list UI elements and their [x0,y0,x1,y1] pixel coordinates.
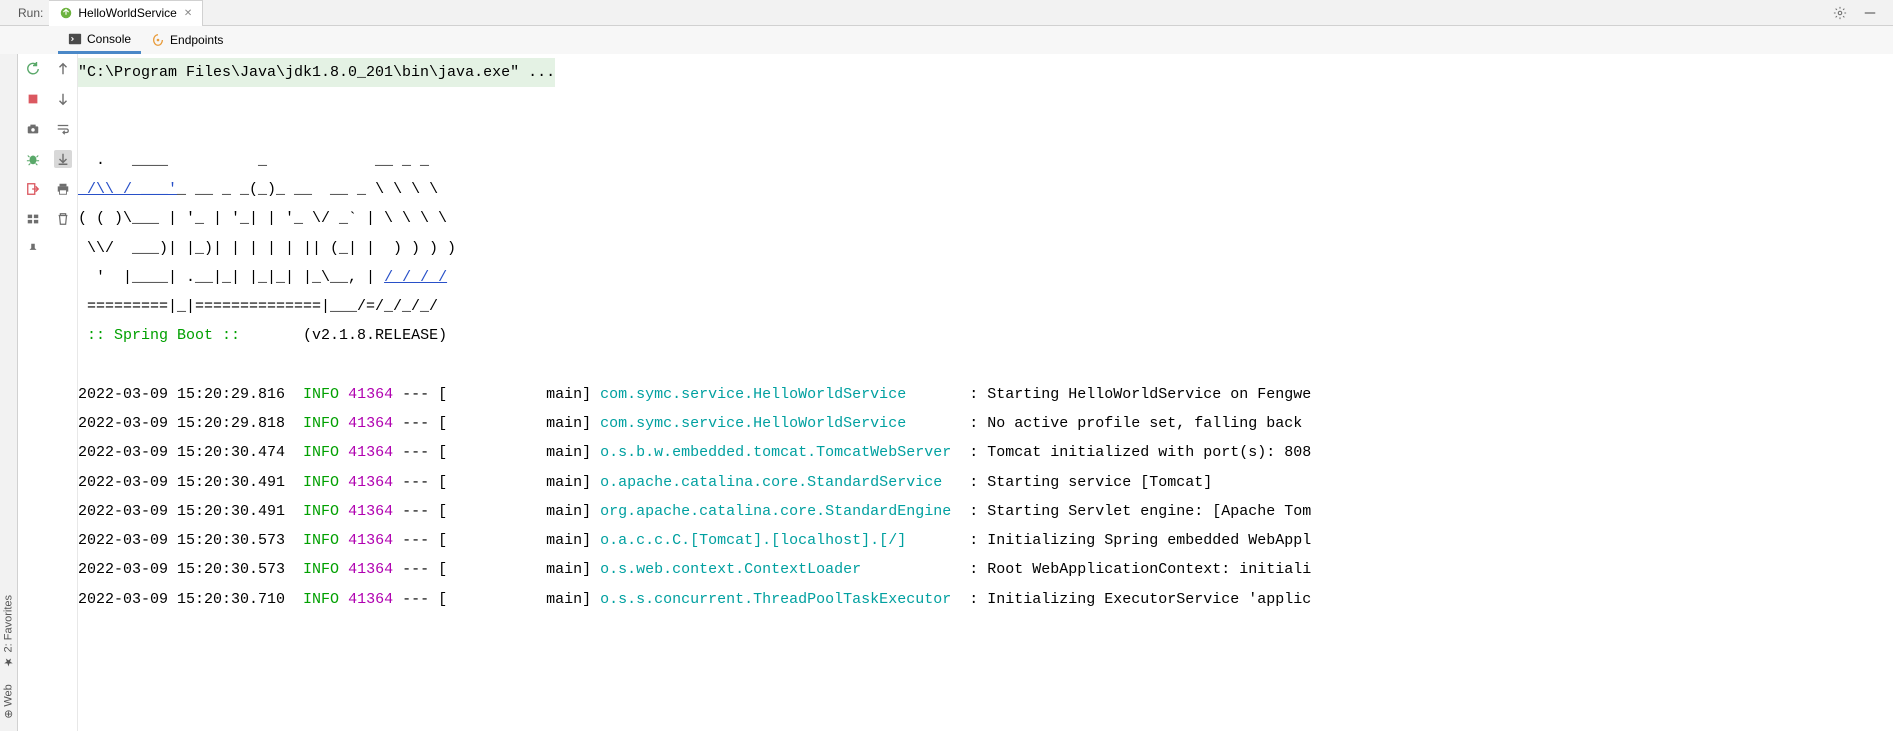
console-output[interactable]: "C:\Program Files\Java\jdk1.8.0_201\bin\… [78,54,1893,731]
stop-button[interactable] [24,90,42,108]
scroll-to-end-icon[interactable] [54,150,72,168]
tab-endpoints[interactable]: Endpoints [141,26,233,54]
close-icon[interactable]: ✕ [184,8,192,19]
log-row: 2022-03-09 15:20:30.710 INFO 41364 --- [… [78,585,1893,614]
log-row: 2022-03-09 15:20:30.474 INFO 41364 --- [… [78,438,1893,467]
log-row: 2022-03-09 15:20:30.491 INFO 41364 --- [… [78,497,1893,526]
run-config-tab-title: HelloWorldService [78,6,176,20]
pin-icon[interactable] [24,240,42,258]
log-row: 2022-03-09 15:20:29.818 INFO 41364 --- [… [78,409,1893,438]
tab-console[interactable]: Console [58,26,141,54]
sidebar-web[interactable]: ⊕Web [0,680,17,723]
log-lines: 2022-03-09 15:20:29.816 INFO 41364 --- [… [78,380,1893,614]
log-row: 2022-03-09 15:20:30.491 INFO 41364 --- [… [78,468,1893,497]
log-row: 2022-03-09 15:20:30.573 INFO 41364 --- [… [78,526,1893,555]
run-actions-gutter [18,54,48,731]
run-label: Run: [18,6,43,20]
console-icon [68,32,82,46]
bug-icon[interactable] [24,150,42,168]
spring-boot-label: :: Spring Boot :: [78,327,303,344]
soft-wrap-icon[interactable] [54,120,72,138]
tab-endpoints-label: Endpoints [170,33,223,47]
trash-icon[interactable] [54,210,72,228]
tab-console-label: Console [87,32,131,46]
command-line: "C:\Program Files\Java\jdk1.8.0_201\bin\… [78,58,555,87]
settings-icon[interactable] [1831,4,1849,22]
log-row: 2022-03-09 15:20:30.573 INFO 41364 --- [… [78,555,1893,584]
camera-icon[interactable] [24,120,42,138]
left-dock: ★2: Favorites ⊕Web [0,54,18,731]
sidebar-favorites[interactable]: ★2: Favorites [0,591,17,672]
up-arrow-icon[interactable] [54,60,72,78]
log-row: 2022-03-09 15:20:29.816 INFO 41364 --- [… [78,380,1893,409]
layout-icon[interactable] [24,210,42,228]
console-actions-gutter [48,54,78,731]
minimize-icon[interactable] [1861,4,1879,22]
print-icon[interactable] [54,180,72,198]
exit-icon[interactable] [24,180,42,198]
down-arrow-icon[interactable] [54,90,72,108]
endpoints-icon [151,33,165,47]
console-sub-tabs: Console Endpoints [0,26,1893,54]
run-toolbar: Run: HelloWorldService ✕ [0,0,1893,26]
spring-boot-icon [59,6,73,20]
run-config-tab[interactable]: HelloWorldService ✕ [49,0,203,26]
rerun-button[interactable] [24,60,42,78]
